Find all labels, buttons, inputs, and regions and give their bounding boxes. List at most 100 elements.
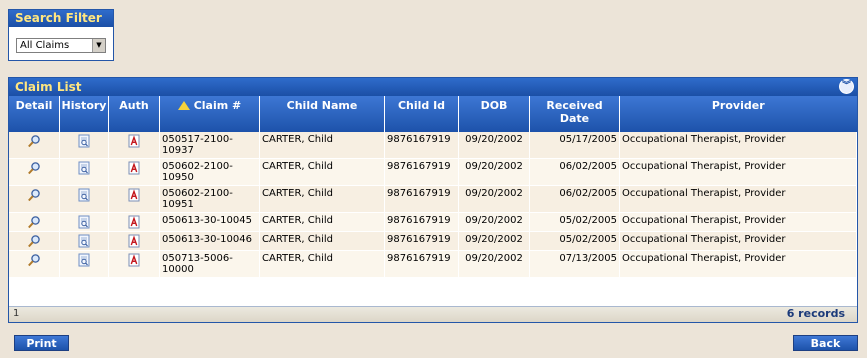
- received-date-cell: 06/02/2005: [529, 185, 620, 213]
- table-row: 050602-2100-10950 CARTER, Child 9876167919…: [9, 158, 857, 186]
- child-name-cell: CARTER, Child: [259, 250, 385, 278]
- history-cell: [59, 250, 109, 278]
- auth-cell: [108, 231, 160, 251]
- document-search-icon[interactable]: [77, 234, 91, 248]
- received-date-cell: 05/02/2005: [529, 231, 620, 251]
- child-name-cell: CARTER, Child: [259, 212, 385, 232]
- pdf-document-icon[interactable]: [127, 134, 141, 148]
- claim-number-cell: 050517-2100-10937: [159, 132, 260, 159]
- child-id-cell: 9876167919: [384, 212, 459, 232]
- dob-cell: 09/20/2002: [458, 231, 530, 251]
- provider-cell: Occupational Therapist, Provider: [619, 185, 857, 213]
- page-number: 1: [13, 308, 20, 319]
- child-id-cell: 9876167919: [384, 132, 459, 159]
- auth-cell: [108, 250, 160, 278]
- column-header-history[interactable]: History: [59, 96, 109, 132]
- column-header-claim-number-label: Claim #: [193, 99, 242, 112]
- claim-filter-select[interactable]: All Claims ▼: [16, 38, 106, 53]
- detail-cell: [9, 250, 60, 278]
- history-cell: [59, 231, 109, 251]
- claim-filter-value: All Claims: [20, 40, 70, 51]
- table-row: 050713-5006-10000 CARTER, Child 9876167919…: [9, 250, 857, 278]
- provider-cell: Occupational Therapist, Provider: [619, 132, 857, 159]
- detail-cell: [9, 185, 60, 213]
- table-footer: 1 6 records: [9, 306, 857, 322]
- child-id-cell: 9876167919: [384, 250, 459, 278]
- table-row: 050613-30-10045 CARTER, Child 9876167919 09…: [9, 212, 857, 232]
- magnifier-icon[interactable]: [27, 253, 41, 267]
- child-name-cell: CARTER, Child: [259, 132, 385, 159]
- child-id-cell: 9876167919: [384, 185, 459, 213]
- received-date-cell: 07/13/2005: [529, 250, 620, 278]
- magnifier-icon[interactable]: [27, 134, 41, 148]
- document-search-icon[interactable]: [77, 134, 91, 148]
- child-id-cell: 9876167919: [384, 158, 459, 186]
- pdf-document-icon[interactable]: [127, 234, 141, 248]
- received-date-cell: 05/02/2005: [529, 212, 620, 232]
- record-count: 6 records: [786, 307, 845, 320]
- claim-number-cell: 050602-2100-10951: [159, 185, 260, 213]
- column-header-child-name[interactable]: Child Name: [259, 96, 385, 132]
- column-header-claim-number[interactable]: Claim #: [159, 96, 260, 132]
- column-header-dob[interactable]: DOB: [458, 96, 530, 132]
- column-header-auth[interactable]: Auth: [108, 96, 160, 132]
- table-row: 050613-30-10046 CARTER, Child 9876167919 09…: [9, 231, 857, 251]
- sort-ascending-icon: [177, 101, 190, 110]
- magnifier-icon[interactable]: [27, 215, 41, 229]
- column-header-detail[interactable]: Detail: [9, 96, 60, 132]
- column-header-child-id[interactable]: Child Id: [384, 96, 459, 132]
- child-id-cell: 9876167919: [384, 231, 459, 251]
- pdf-document-icon[interactable]: [127, 253, 141, 267]
- table-row: 050602-2100-10951 CARTER, Child 9876167919…: [9, 185, 857, 213]
- table-empty-area: [9, 278, 857, 300]
- document-search-icon[interactable]: [77, 215, 91, 229]
- claim-number-cell: 050713-5006-10000: [159, 250, 260, 278]
- auth-cell: [108, 185, 160, 213]
- claim-number-cell: 050613-30-10045: [159, 212, 260, 232]
- detail-cell: [9, 132, 60, 159]
- pdf-document-icon[interactable]: [127, 188, 141, 202]
- claim-list-title-bar: Claim List ︾: [9, 78, 857, 96]
- dob-cell: 09/20/2002: [458, 212, 530, 232]
- print-button[interactable]: Print: [14, 335, 69, 351]
- child-name-cell: CARTER, Child: [259, 231, 385, 251]
- child-name-cell: CARTER, Child: [259, 158, 385, 186]
- auth-cell: [108, 132, 160, 159]
- claim-list-title: Claim List: [15, 80, 82, 94]
- provider-cell: Occupational Therapist, Provider: [619, 231, 857, 251]
- magnifier-icon[interactable]: [27, 234, 41, 248]
- pdf-document-icon[interactable]: [127, 161, 141, 175]
- history-cell: [59, 185, 109, 213]
- detail-cell: [9, 158, 60, 186]
- provider-cell: Occupational Therapist, Provider: [619, 212, 857, 232]
- back-button[interactable]: Back: [793, 335, 858, 351]
- provider-cell: Occupational Therapist, Provider: [619, 250, 857, 278]
- column-header-received-date[interactable]: Received Date: [529, 96, 620, 132]
- dropdown-arrow-icon[interactable]: ▼: [92, 39, 105, 52]
- search-filter-title: Search Filter: [9, 10, 113, 27]
- auth-cell: [108, 158, 160, 186]
- dob-cell: 09/20/2002: [458, 158, 530, 186]
- child-name-cell: CARTER, Child: [259, 185, 385, 213]
- claim-number-cell: 050613-30-10046: [159, 231, 260, 251]
- pdf-document-icon[interactable]: [127, 215, 141, 229]
- column-header-provider[interactable]: Provider: [619, 96, 857, 132]
- dob-cell: 09/20/2002: [458, 132, 530, 159]
- claim-number-cell: 050602-2100-10950: [159, 158, 260, 186]
- detail-cell: [9, 212, 60, 232]
- dob-cell: 09/20/2002: [458, 250, 530, 278]
- table-header-row: Detail History Auth Claim # Child Name C…: [9, 96, 857, 132]
- magnifier-icon[interactable]: [27, 188, 41, 202]
- provider-cell: Occupational Therapist, Provider: [619, 158, 857, 186]
- received-date-cell: 05/17/2005: [529, 132, 620, 159]
- document-search-icon[interactable]: [77, 253, 91, 267]
- document-search-icon[interactable]: [77, 188, 91, 202]
- document-search-icon[interactable]: [77, 161, 91, 175]
- search-filter-panel: Search Filter All Claims ▼: [8, 9, 114, 61]
- claim-list-panel: Claim List ︾ Detail History Auth Claim #…: [8, 77, 858, 323]
- double-chevron-down-icon[interactable]: ︾: [839, 79, 854, 94]
- history-cell: [59, 212, 109, 232]
- auth-cell: [108, 212, 160, 232]
- received-date-cell: 06/02/2005: [529, 158, 620, 186]
- magnifier-icon[interactable]: [27, 161, 41, 175]
